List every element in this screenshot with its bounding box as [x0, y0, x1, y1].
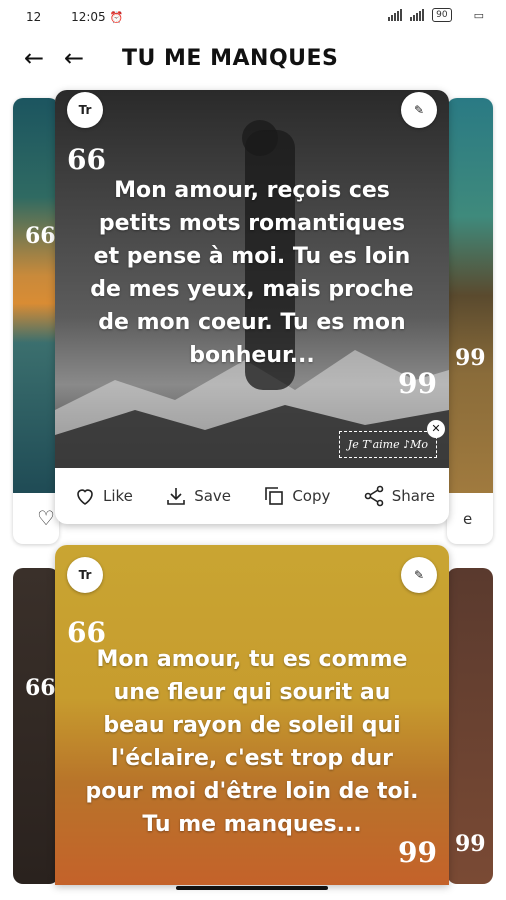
- side-card-left-2[interactable]: 66: [13, 568, 59, 884]
- sticker-je-taime[interactable]: Je T'aime ♪Mo: [338, 431, 437, 458]
- alarm-icon: ⏰: [109, 11, 124, 24]
- side-right-label-fragment: e: [463, 510, 473, 528]
- copy-icon: [265, 487, 284, 505]
- font-style-button[interactable]: Tr: [67, 92, 103, 128]
- page-title: TU ME MANQUES: [122, 46, 339, 71]
- save-label: Save: [194, 487, 232, 505]
- save-button[interactable]: Save: [164, 484, 231, 508]
- quote-text-1: Mon amour, reçois ces petits mots romant…: [90, 178, 414, 368]
- quote-card-2[interactable]: Tr ✎ 66 Mon amour, tu es comme une fleur…: [55, 545, 449, 885]
- copy-label: Copy: [292, 487, 331, 505]
- card-1-actions: Like Save Copy Share: [55, 468, 449, 524]
- cast-icon: ▭: [473, 8, 484, 22]
- share-icon: [364, 485, 383, 507]
- back-arrow-icon-2[interactable]: ←: [64, 44, 84, 72]
- like-label: Like: [103, 487, 133, 505]
- quote-card-1[interactable]: Tr ✎ 66 Mon amour, reçois ces petits mot…: [55, 90, 449, 524]
- status-bar: 12 12:05 ⏰ 90 ▭: [0, 0, 506, 34]
- quote-card-2-image: Tr ✎ 66 Mon amour, tu es comme une fleur…: [55, 545, 449, 885]
- side-left-quote-mark: 66: [25, 223, 56, 249]
- app-bar: ← ← TU ME MANQUES: [0, 36, 506, 84]
- home-indicator[interactable]: [176, 886, 328, 890]
- side-card-right[interactable]: 99 e: [447, 98, 493, 544]
- quote-card-1-image: Tr ✎ 66 Mon amour, reçois ces petits mot…: [55, 90, 449, 468]
- heart-icon: [77, 489, 93, 505]
- share-button[interactable]: Share: [362, 484, 435, 508]
- sticker-close-icon[interactable]: ✕: [427, 420, 445, 438]
- edit-pen-icon[interactable]: ✎: [401, 92, 437, 128]
- copy-button[interactable]: Copy: [262, 484, 330, 508]
- open-quote-mark: 66: [67, 143, 106, 176]
- side-card-left[interactable]: 66 ♡: [13, 98, 59, 544]
- status-number: 12: [26, 10, 42, 24]
- close-quote-mark: 99: [398, 367, 437, 400]
- download-icon: [167, 488, 186, 505]
- quote-text-2: Mon amour, tu es comme une fleur qui sou…: [85, 647, 419, 837]
- signal-icon: [388, 9, 403, 21]
- signal-icon-2: [410, 9, 425, 21]
- battery-icon: 90: [432, 8, 452, 22]
- side-card-right-2[interactable]: 99: [447, 568, 493, 884]
- status-time: 12:05: [71, 10, 106, 24]
- share-label: Share: [391, 487, 435, 505]
- side-left-2-quote-mark: 66: [25, 675, 56, 701]
- close-quote-mark-2: 99: [398, 836, 437, 869]
- edit-pen-icon-2[interactable]: ✎: [401, 557, 437, 593]
- font-style-button-2[interactable]: Tr: [67, 557, 103, 593]
- side-right-quote-mark: 99: [455, 345, 486, 371]
- back-arrow-icon[interactable]: ←: [24, 44, 44, 72]
- side-left-like-icon: ♡: [37, 506, 55, 530]
- like-button[interactable]: Like: [73, 484, 133, 508]
- side-right-2-quote-mark: 99: [455, 831, 486, 857]
